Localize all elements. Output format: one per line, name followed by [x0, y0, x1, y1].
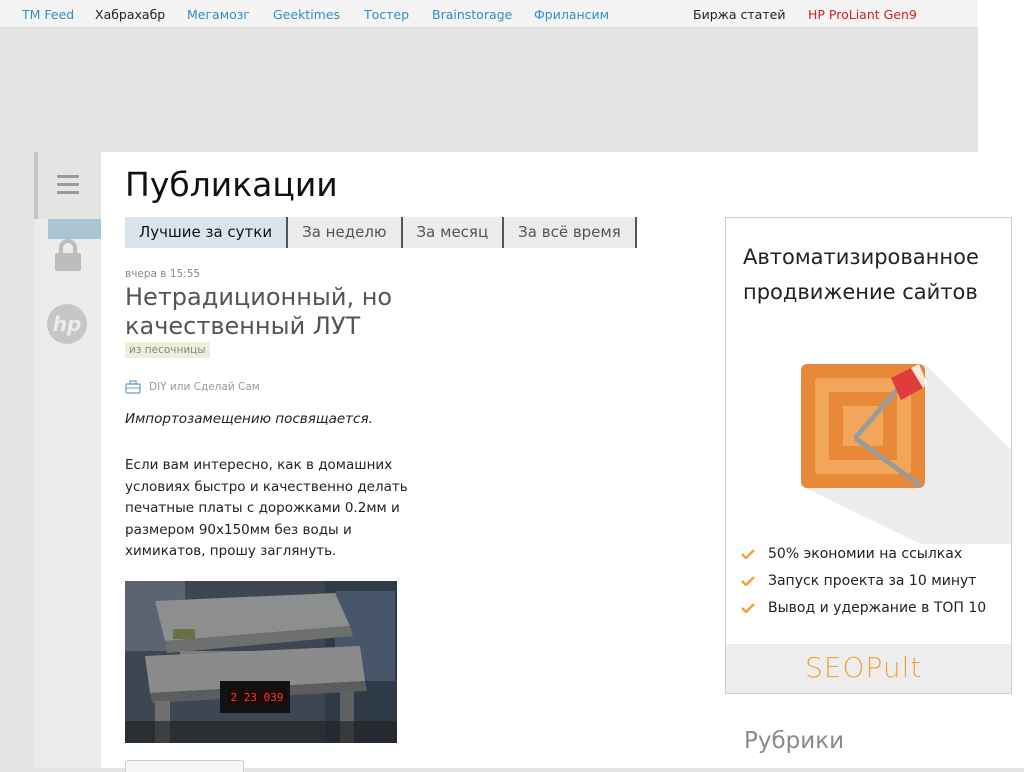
lock-icon[interactable] — [54, 238, 82, 272]
ad-feature: 50% экономии на ссылках — [741, 540, 986, 567]
page-title: Публикации — [125, 165, 338, 204]
network-bar: TM Feed Хабрахабр Мегамозг Geektimes Тос… — [0, 0, 978, 28]
toolbox-icon — [125, 380, 141, 394]
ad-features: 50% экономии на ссылках Запуск проекта з… — [741, 540, 986, 621]
post-title-link[interactable]: Нетрадиционный, но качественный ЛУТ — [125, 283, 415, 341]
ad-feature-label: Запуск проекта за 10 минут — [768, 572, 977, 589]
nav-link-toster[interactable]: Тостер — [364, 7, 409, 22]
tab-all-time[interactable]: За всё время — [504, 217, 637, 248]
post-time: вчера в 15:55 — [125, 268, 201, 280]
ad-feature-label: Вывод и удержание в ТОП 10 — [768, 599, 987, 616]
menu-accent — [34, 152, 38, 219]
check-icon — [741, 602, 755, 613]
read-more-button[interactable] — [125, 760, 244, 772]
seopult-logo: SEOPult — [805, 651, 923, 684]
sandbox-badge: из песочницы — [125, 342, 210, 358]
menu-icon[interactable] — [57, 175, 79, 195]
ad-feature-label: 50% экономии на ссылках — [768, 545, 963, 562]
check-icon — [741, 548, 755, 559]
nav-link-freelansim[interactable]: Фрилансим — [534, 7, 609, 22]
ad-banner[interactable]: Автоматизированное продвижение сайтов 50… — [725, 217, 1012, 694]
hub-link[interactable]: DIY или Сделай Сам — [149, 381, 260, 393]
ad-footer: SEOPult — [726, 644, 1011, 693]
photo-display-digits: 2 23 039 — [231, 691, 284, 704]
post-photo[interactable]: 2 23 039 — [125, 581, 397, 743]
nav-link-tm-feed[interactable]: TM Feed — [22, 7, 74, 22]
post-hub: DIY или Сделай Сам — [125, 378, 260, 396]
post-lead: Импортозамещению посвящается. — [125, 411, 373, 427]
nav-link-hp-proliant[interactable]: HP ProLiant Gen9 — [808, 7, 917, 22]
check-icon — [741, 575, 755, 586]
tab-week[interactable]: За неделю — [288, 217, 403, 248]
nav-link-geektimes[interactable]: Geektimes — [273, 7, 340, 22]
nav-link-brainstorage[interactable]: Brainstorage — [432, 7, 512, 22]
period-tabs: Лучшие за сутки За неделю За месяц За вс… — [125, 217, 637, 248]
ad-headline: Автоматизированное продвижение сайтов — [743, 245, 979, 304]
seopult-target-icon — [801, 364, 1011, 544]
tab-best-day[interactable]: Лучшие за сутки — [125, 217, 289, 248]
ad-feature: Запуск проекта за 10 минут — [741, 567, 986, 594]
hp-logo-icon[interactable]: hp — [46, 303, 88, 345]
nav-link-article-exchange[interactable]: Биржа статей — [693, 7, 785, 22]
ad-feature: Вывод и удержание в ТОП 10 — [741, 594, 986, 621]
nav-link-megamozg[interactable]: Мегамозг — [187, 7, 250, 22]
svg-text:hp: hp — [53, 312, 82, 336]
post-body: Если вам интересно, как в домашних услов… — [125, 457, 408, 559]
nav-link-habr[interactable]: Хабрахабр — [95, 7, 165, 22]
rubrics-heading: Рубрики — [744, 728, 845, 754]
tab-month[interactable]: За месяц — [402, 217, 505, 248]
